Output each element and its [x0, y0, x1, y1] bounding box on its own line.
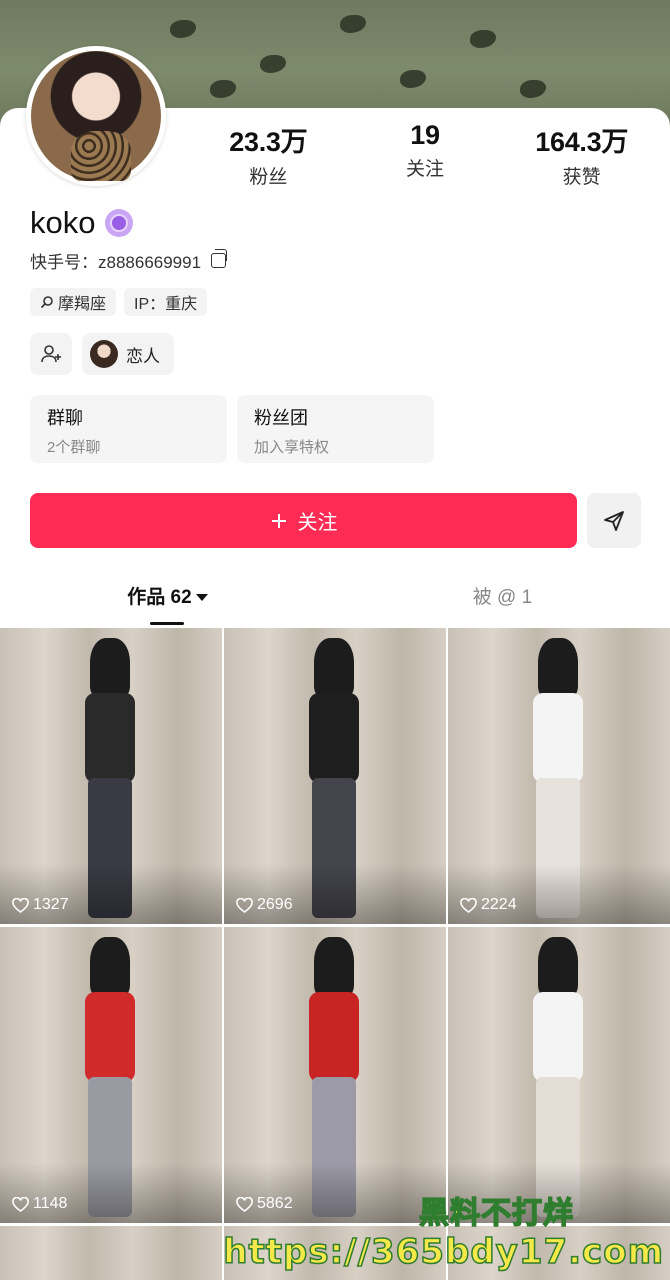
watermark-line-1: 黑料不打烊 [418, 1196, 574, 1231]
tag-zodiac[interactable]: 摩羯座 [30, 288, 117, 316]
stat-label: 粉丝 [249, 167, 288, 188]
video-thumbnail[interactable]: 1327 [0, 628, 222, 924]
stat-value: 19 [410, 120, 440, 150]
heart-icon [12, 897, 29, 913]
profile-name: koko [30, 205, 96, 240]
video-thumbnail[interactable]: 5862 [224, 927, 446, 1223]
card-subtitle: 加入享特权 [254, 439, 330, 456]
stat-value: 23.3万 [229, 127, 308, 157]
kuaishou-id: 快手号：z8886669991 [30, 253, 202, 272]
like-count: 2224 [460, 896, 517, 914]
tab-label: 作品 62 [127, 587, 192, 608]
video-thumbnail[interactable]: 2224 [448, 628, 670, 924]
cover-pattern [470, 30, 496, 48]
like-count-value: 1327 [33, 896, 69, 913]
video-thumbnail[interactable] [0, 1226, 222, 1280]
stat-value: 164.3万 [535, 127, 629, 157]
cover-pattern [170, 20, 196, 38]
video-thumbnail[interactable]: 1148 [0, 927, 222, 1223]
add-user-icon [41, 345, 61, 363]
stat-following[interactable]: 19 关注 [347, 120, 504, 189]
stat-followers[interactable]: 23.3万 粉丝 [190, 120, 347, 189]
tab-label: 被 @ 1 [472, 587, 533, 608]
profile-tabs: 作品 62 被 @ 1 [0, 580, 670, 628]
profile-stats: 23.3万 粉丝 19 关注 164.3万 获赞 [190, 120, 660, 189]
profile-avatar[interactable] [26, 46, 166, 186]
tab-mentions[interactable]: 被 @ 1 [335, 580, 670, 628]
like-count-value: 2696 [257, 896, 293, 913]
copy-icon[interactable] [211, 249, 228, 268]
tag-label: IP：重庆 [134, 296, 198, 313]
cover-pattern [210, 80, 236, 98]
stat-likes[interactable]: 164.3万 获赞 [503, 120, 660, 189]
heart-icon [236, 897, 253, 913]
add-friend-button[interactable] [30, 333, 72, 375]
card-title: 粉丝团 [254, 408, 308, 428]
tag-ip: IP：重庆 [124, 288, 208, 316]
works-grid: 1327 2696 2224 1148 5862 [0, 628, 670, 1280]
video-thumbnail[interactable] [448, 927, 670, 1223]
tag-label: 摩羯座 [58, 296, 107, 313]
share-button[interactable] [587, 493, 641, 548]
relation-label: 恋人 [126, 346, 160, 366]
card-subtitle: 2个群聊 [47, 439, 101, 456]
plus-icon [271, 513, 286, 528]
cover-pattern [260, 55, 286, 73]
profile-tags: 摩羯座 IP：重庆 [30, 288, 208, 316]
relation-chip[interactable]: 恋人 [82, 333, 174, 375]
relation-chips: 恋人 [30, 333, 174, 375]
feature-cards: 群聊 2个群聊 粉丝团 加入享特权 [30, 395, 434, 463]
fan-club-card[interactable]: 粉丝团 加入享特权 [237, 395, 434, 463]
group-chat-card[interactable]: 群聊 2个群聊 [30, 395, 227, 463]
stat-label: 关注 [406, 159, 445, 180]
profile-name-row: koko [30, 205, 134, 241]
like-count: 1327 [12, 896, 69, 914]
tab-works[interactable]: 作品 62 [0, 580, 335, 628]
watermark: 黑料不打烊 https://365bdy17.com [223, 1188, 664, 1273]
card-title: 群聊 [47, 408, 83, 428]
like-count-value: 2224 [481, 896, 517, 913]
verified-badge-icon[interactable] [105, 209, 134, 237]
like-count: 1148 [12, 1195, 67, 1213]
cover-pattern [400, 70, 426, 88]
search-icon [40, 296, 53, 309]
like-count-value: 1148 [33, 1195, 68, 1212]
cover-pattern [520, 80, 546, 98]
kuaishou-id-row: 快手号：z8886669991 [30, 248, 228, 273]
like-count: 2696 [236, 896, 293, 914]
stat-label: 获赞 [562, 167, 601, 188]
caret-down-icon [195, 594, 208, 602]
watermark-line-2: https://365bdy17.com [223, 1231, 664, 1273]
cover-pattern [340, 15, 366, 33]
avatar [90, 340, 118, 368]
heart-icon [12, 1196, 29, 1212]
send-icon [604, 510, 624, 531]
heart-icon [460, 897, 477, 913]
video-thumbnail[interactable]: 2696 [224, 628, 446, 924]
follow-button[interactable]: 关注 [30, 493, 577, 548]
follow-label: 关注 [297, 512, 338, 534]
